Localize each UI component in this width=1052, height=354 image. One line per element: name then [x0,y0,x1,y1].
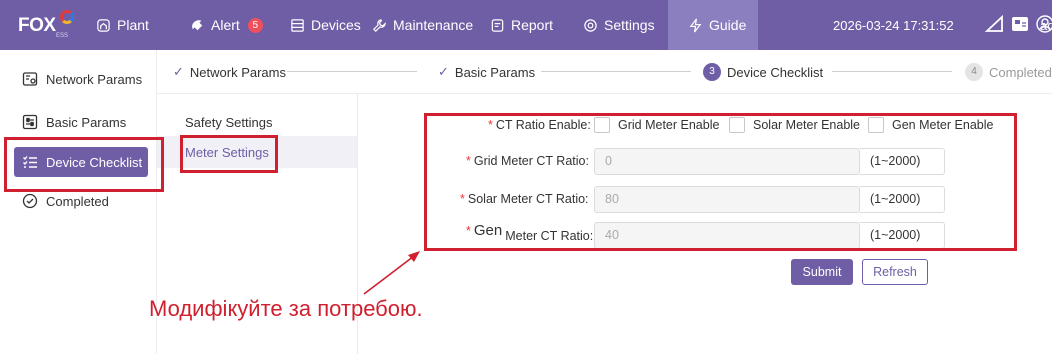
devices-icon [291,18,304,32]
step-done-check-icon: ✓ [173,64,184,79]
nav-alert-label: Alert [211,17,240,33]
refresh-button[interactable]: Refresh [862,259,928,285]
solar-meter-enable-option[interactable]: Solar Meter Enable [729,117,860,133]
logo-ring-icon [60,10,74,24]
ct-ratio-enable-row: * CT Ratio Enable: [488,118,591,132]
logo-text: FOX [18,15,56,36]
gen-label-prefix: Gen [473,222,503,239]
logo-subtext: ESS [56,33,69,39]
solar-meter-enable-checkbox[interactable] [729,117,745,133]
gen-ct-ratio-input[interactable]: 40 [594,222,860,249]
sidebar-item-label: Device Checklist [46,154,143,170]
ct-ratio-enable-label: * CT Ratio Enable: [488,118,591,132]
submenu-item-label: Meter Settings [185,144,269,160]
nav-guide[interactable]: Guide [668,0,758,50]
sidebar-item-label: Basic Params [46,114,127,130]
step-completed[interactable]: 4 Completed [965,50,1052,94]
alert-icon [192,19,203,30]
current-datetime: 2026-03-24 17:31:52 [833,17,954,33]
nav-settings-label: Settings [604,17,655,33]
step-number-badge: 3 [703,63,721,81]
top-navigation-bar: FOX ESS Plant Alert 5 Devices Maintenanc… [0,0,1052,50]
gen-ct-ratio-range: (1~2000) [860,222,945,249]
nav-alert[interactable]: Alert 5 [190,0,263,50]
grid-meter-enable-option[interactable]: Grid Meter Enable [594,117,719,133]
step-label: Network Params [189,64,286,80]
user-name[interactable]: admi [1040,0,1052,50]
step-network-params[interactable]: ✓ Network Params [173,50,286,94]
gen-ct-ratio-label: * Gen Meter CT Ratio: [466,222,594,243]
nav-settings[interactable]: Settings [583,0,655,50]
nav-guide-label: Guide [709,17,747,33]
checkbox-label: Solar Meter Enable [753,118,861,132]
report-icon [491,18,504,32]
step-device-checklist[interactable]: 3 Device Checklist [703,50,823,94]
step-label: Basic Params [454,64,536,80]
wrench-icon [373,18,386,32]
settings-icon [584,18,597,32]
translate-icon[interactable] [1010,14,1030,34]
nav-report[interactable]: Report [490,0,553,50]
home-icon [97,18,110,32]
step-connector [832,71,952,72]
submenu-item-label: Safety Settings [185,114,273,130]
nav-plant-label: Plant [117,17,149,33]
sidebar-item-label: Network Params [46,71,143,87]
sidebar-item-device-checklist[interactable]: Device Checklist [14,147,148,177]
grid-ct-ratio-input[interactable]: 0 [594,148,860,175]
checklist-icon [23,156,37,168]
nav-devices[interactable]: Devices [290,0,361,50]
sidebar-item-label: Completed [46,193,109,209]
gen-meter-enable-option[interactable]: Gen Meter Enable [868,117,993,133]
nav-plant[interactable]: Plant [96,0,149,50]
guide-stepper: ✓ Network Params ✓ Basic Params 3 Device… [157,50,1052,94]
step-connector [287,71,417,72]
submenu-safety-settings[interactable]: Safety Settings [157,106,357,138]
solar-ct-ratio-range: (1~2000) [860,186,945,213]
gen-meter-enable-checkbox[interactable] [868,117,884,133]
network-icon [22,72,38,86]
step-connector [541,71,691,72]
alert-count-badge: 5 [247,17,263,33]
solar-ct-ratio-label: * Solar Meter CT Ratio: [460,192,589,206]
checkbox-label: Gen Meter Enable [892,118,994,132]
grid-ct-ratio-range: (1~2000) [860,148,945,175]
sidebar-item-basic-params[interactable]: Basic Params [22,114,126,130]
annotation-caption: Модифікуйте за потребою. [149,296,423,321]
sliders-icon [22,114,38,130]
nav-maintenance-label: Maintenance [393,17,474,33]
nav-maintenance[interactable]: Maintenance [372,0,473,50]
left-sidebar: Network Params Basic Params Device Check… [0,50,157,354]
step-number-badge: 4 [965,63,983,81]
step-done-check-icon: ✓ [438,64,449,79]
guide-icon [689,18,702,32]
checkbox-label: Grid Meter Enable [618,118,720,132]
sidebar-item-network-params[interactable]: Network Params [22,71,142,87]
submenu-meter-settings[interactable]: Meter Settings [157,136,357,168]
grid-meter-enable-checkbox[interactable] [594,117,610,133]
signal-icon[interactable] [985,14,1005,34]
submit-button[interactable]: Submit [791,259,853,285]
step-label: Device Checklist [727,64,824,80]
step-basic-params[interactable]: ✓ Basic Params [438,50,535,94]
nav-devices-label: Devices [311,17,361,33]
sidebar-item-completed[interactable]: Completed [22,193,109,209]
grid-ct-ratio-label: * Grid Meter CT Ratio: [466,154,589,168]
step-label: Completed [989,64,1052,80]
check-circle-icon [22,193,38,209]
nav-report-label: Report [511,17,554,33]
solar-ct-ratio-input[interactable]: 80 [594,186,860,213]
